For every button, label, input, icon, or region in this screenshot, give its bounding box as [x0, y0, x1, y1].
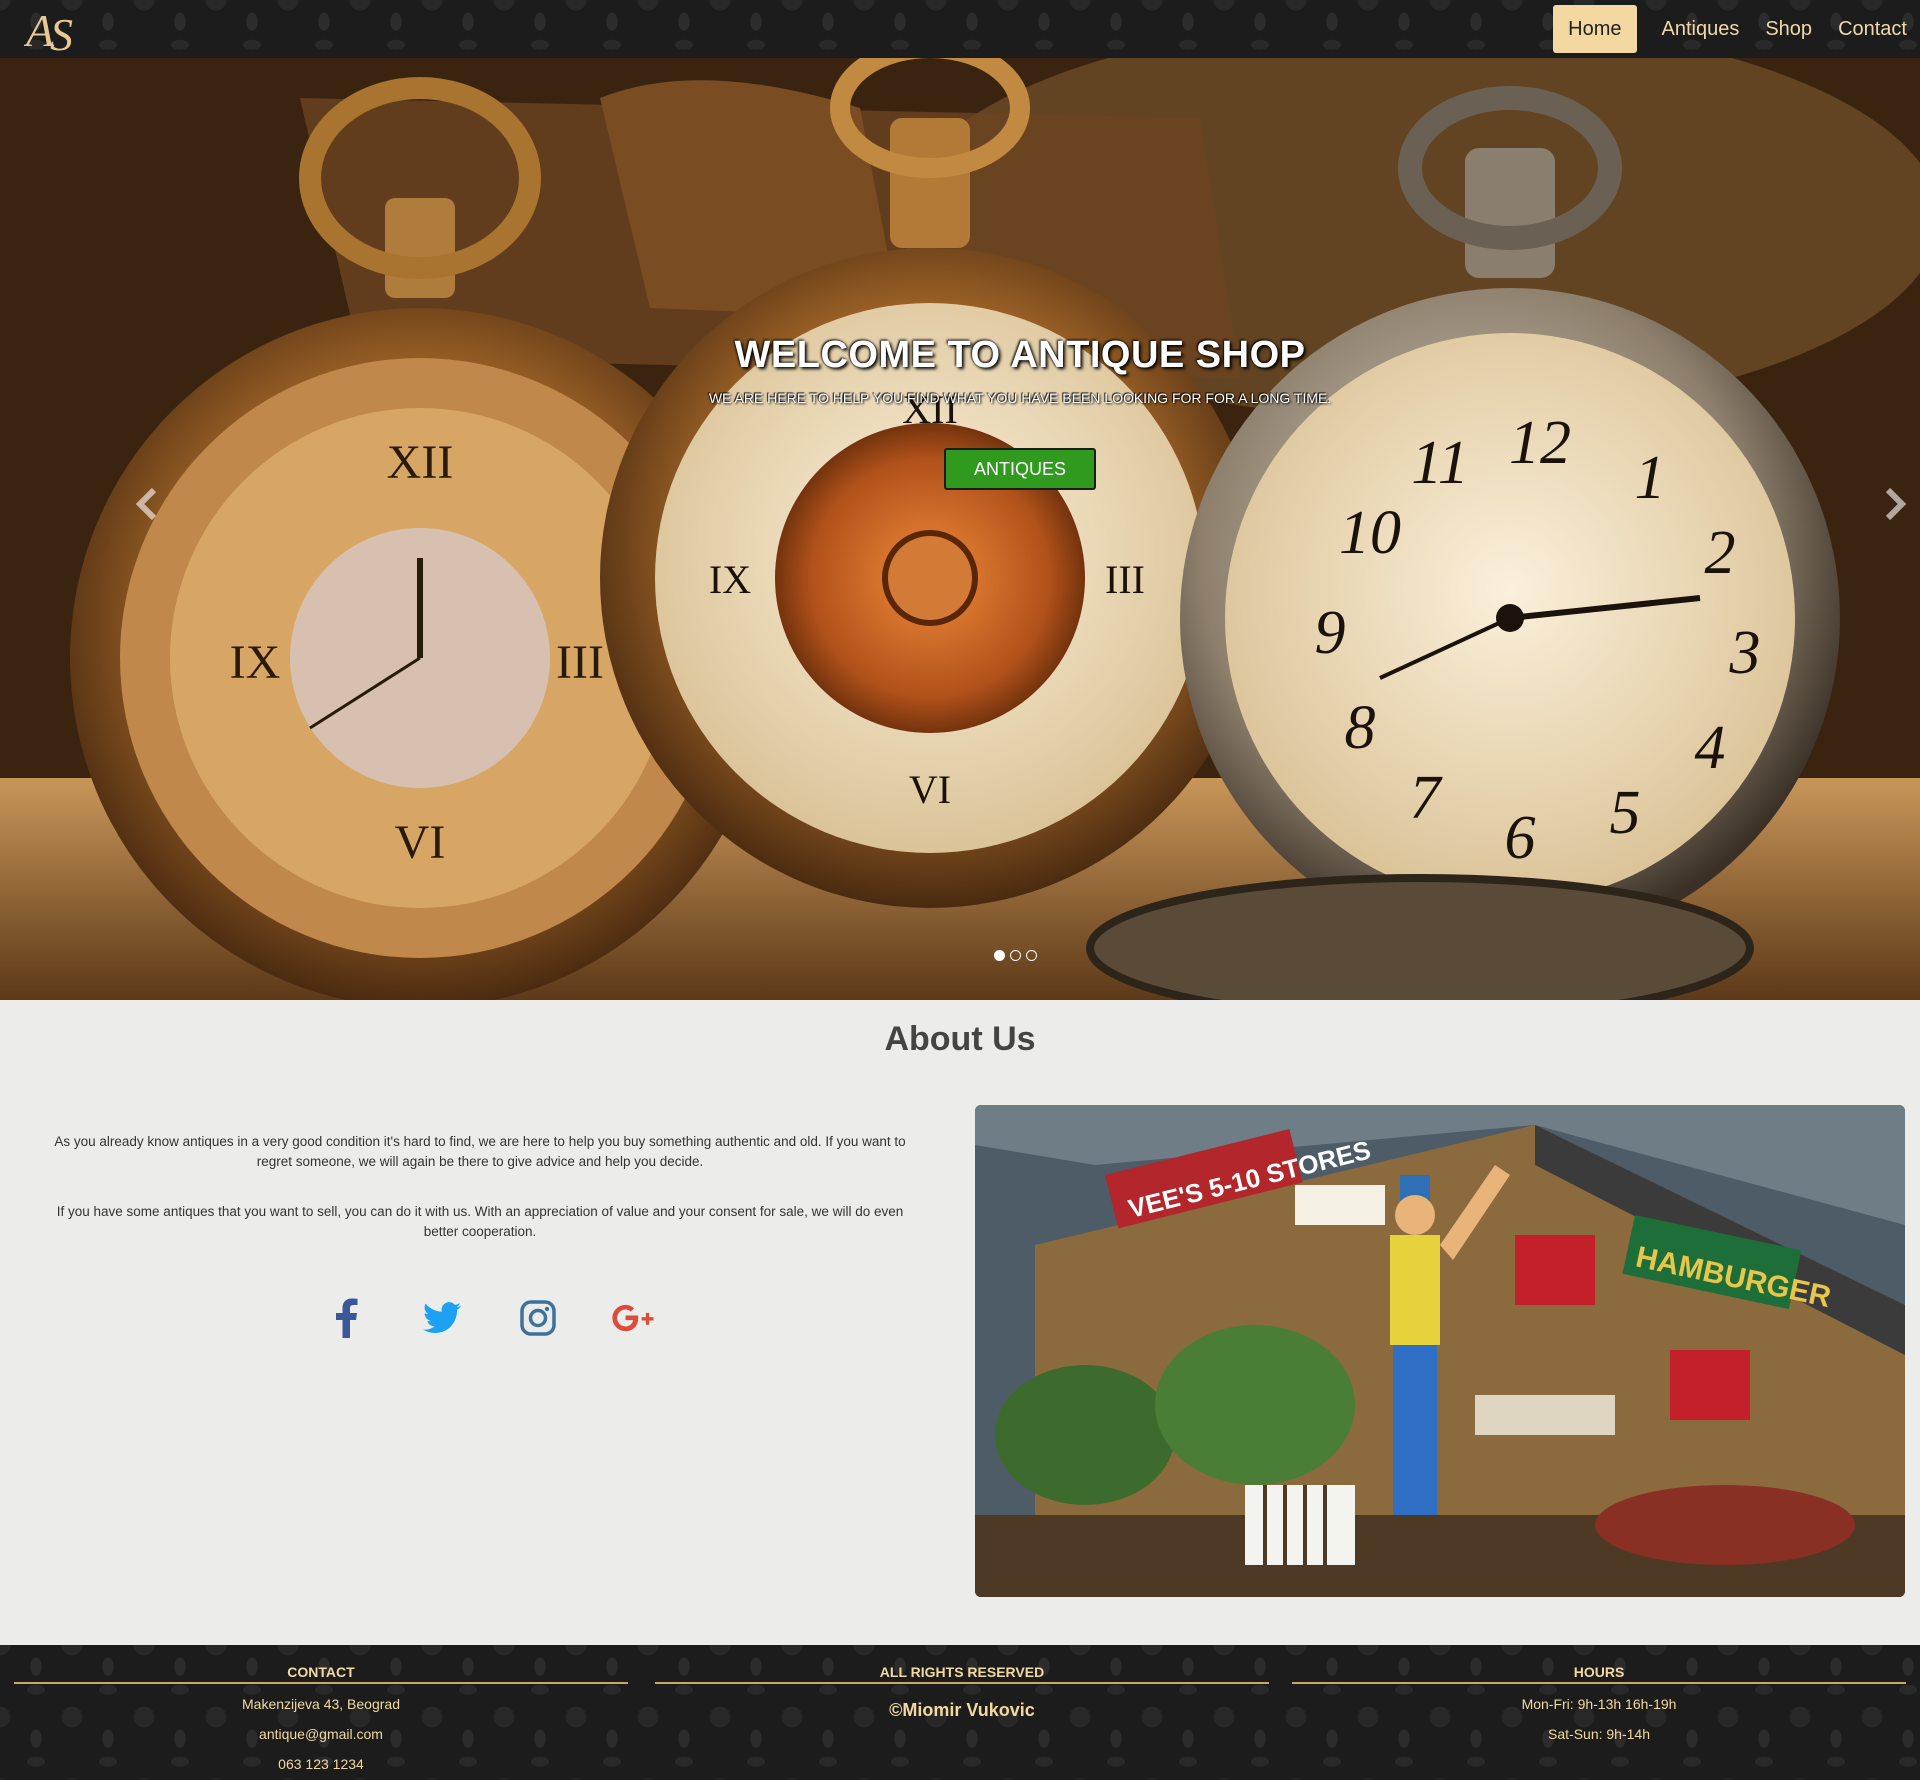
footer-hours-title: HOURS	[1292, 1660, 1906, 1684]
carousel-indicator-2[interactable]	[1010, 950, 1021, 961]
svg-text:VI: VI	[909, 767, 951, 812]
svg-text:5: 5	[1610, 779, 1641, 847]
svg-text:S: S	[50, 9, 73, 56]
nav-contact[interactable]: Contact	[1825, 5, 1920, 53]
hero-carousel: XII III VI IX XII III VI IX 12 1 2 345 678 9 10 11…	[0, 58, 1920, 1000]
footer-hours-weekend: Sat-Sun: 9h-14h	[1548, 1726, 1650, 1742]
footer-contact: CONTACT Makenzijeva 43, Beograd antique@…	[14, 1645, 628, 1774]
svg-text:IX: IX	[230, 636, 281, 689]
carousel-prev[interactable]	[134, 486, 158, 532]
about-paragraph-2: If you have some antiques that you want …	[56, 1204, 904, 1239]
footer-phone[interactable]: 063 123 1234	[14, 1754, 628, 1774]
svg-text:III: III	[556, 636, 604, 689]
footer-hours-weekdays: Mon-Fri: 9h-13h 16h-19h	[1521, 1696, 1677, 1712]
carousel-indicator-1[interactable]	[994, 950, 1005, 961]
svg-text:7: 7	[1410, 764, 1444, 832]
svg-text:9: 9	[1315, 599, 1346, 667]
twitter-link[interactable]	[420, 1296, 464, 1340]
google-plus-link[interactable]	[612, 1296, 656, 1340]
svg-text:10: 10	[1339, 499, 1401, 567]
facebook-icon	[336, 1298, 358, 1338]
svg-text:3: 3	[1729, 619, 1761, 687]
chevron-right-icon	[1885, 487, 1907, 521]
store-illustration: VEE'S 5-10 STORES HAMBURGER	[975, 1105, 1905, 1597]
carousel-indicator-3[interactable]	[1026, 950, 1037, 961]
about-paragraph-1: As you already know antiques in a very g…	[54, 1134, 906, 1169]
footer-rights-title: ALL RIGHTS RESERVED	[655, 1660, 1269, 1684]
main-nav: Home Antiques Shop Contact	[1553, 0, 1920, 58]
footer-credit: ©Miomir Vukovic	[889, 1700, 1035, 1720]
svg-text:VI: VI	[395, 816, 446, 869]
svg-text:6: 6	[1505, 804, 1536, 872]
twitter-icon	[423, 1302, 461, 1334]
hero-image: XIIIIIVIIX XIIIIIVIIX 1212 345 678 91011	[0, 58, 1920, 1000]
social-links	[0, 1296, 960, 1340]
antiques-button[interactable]: ANTIQUES	[944, 448, 1096, 490]
svg-text:1: 1	[1635, 444, 1666, 512]
logo-mark: A S	[23, 5, 73, 60]
instagram-link[interactable]	[516, 1296, 560, 1340]
footer-contact-title: CONTACT	[14, 1660, 628, 1684]
svg-text:8: 8	[1345, 694, 1376, 762]
svg-text:12: 12	[1509, 409, 1571, 477]
facebook-link[interactable]	[324, 1296, 368, 1340]
svg-text:2: 2	[1705, 519, 1736, 587]
svg-text:III: III	[1105, 557, 1145, 602]
hero-title: WELCOME TO ANTIQUE SHOP	[734, 334, 1306, 376]
instagram-icon	[520, 1300, 556, 1336]
svg-text:11: 11	[1411, 429, 1468, 497]
carousel-next[interactable]	[1884, 486, 1908, 532]
hero-subtitle: WE ARE HERE TO HELP YOU FIND WHAT YOU HA…	[708, 390, 1332, 406]
nav-antiques[interactable]: Antiques	[1649, 5, 1753, 53]
svg-text:4: 4	[1695, 714, 1726, 782]
svg-text:IX: IX	[709, 557, 751, 602]
about-title: About Us	[884, 1020, 1036, 1058]
site-footer: CONTACT Makenzijeva 43, Beograd antique@…	[0, 1645, 1920, 1780]
footer-email[interactable]: antique@gmail.com	[14, 1724, 628, 1744]
site-header: A S Home Antiques Shop Contact	[0, 0, 1920, 60]
nav-home[interactable]: Home	[1553, 5, 1637, 53]
svg-text:XII: XII	[387, 436, 454, 489]
google-plus-icon	[612, 1304, 654, 1332]
chevron-left-icon	[135, 487, 157, 521]
about-text: As you already know antiques in a very g…	[50, 1132, 910, 1272]
antique-store-photo: VEE'S 5-10 STORES HAMBURGER	[975, 1105, 1905, 1597]
carousel-indicators	[994, 950, 1037, 961]
site-logo[interactable]: A S	[23, 2, 86, 60]
footer-rights: ALL RIGHTS RESERVED ©Miomir Vukovic	[655, 1645, 1269, 1720]
footer-hours: HOURS Mon-Fri: 9h-13h 16h-19h Sat-Sun: 9…	[1292, 1645, 1906, 1744]
footer-address: Makenzijeva 43, Beograd	[242, 1696, 400, 1712]
nav-shop[interactable]: Shop	[1752, 5, 1825, 53]
